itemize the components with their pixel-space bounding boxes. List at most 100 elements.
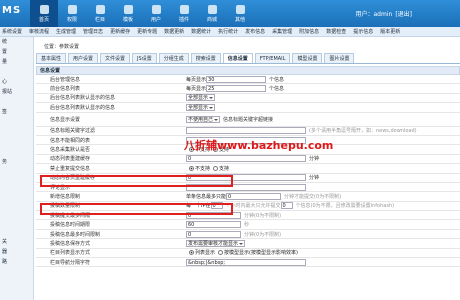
- tab-1[interactable]: 用户设置: [68, 53, 99, 63]
- radio-label: 按模型显示(按模型显示影响效率): [224, 250, 298, 257]
- sidebar-item[interactable]: [0, 197, 33, 207]
- setting-input[interactable]: [186, 127, 306, 135]
- tab-4[interactable]: 分组生成: [158, 53, 189, 63]
- logout-link[interactable]: [退出]: [395, 11, 412, 18]
- setting-control: 不使用自己 信息标题关键字超链接: [186, 115, 460, 123]
- tab-5[interactable]: 搜索设置: [190, 53, 221, 63]
- user-label: 用户：admin: [355, 11, 393, 18]
- setting-input[interactable]: 0: [226, 192, 282, 200]
- setting-select[interactable]: 全部显示: [186, 103, 216, 111]
- setting-input[interactable]: 0: [280, 202, 293, 210]
- setting-label: 投稿信息保存方式: [50, 240, 91, 247]
- sub-nav-item[interactable]: 附加信息: [299, 28, 319, 35]
- radio-button[interactable]: [189, 250, 194, 256]
- sidebar-item[interactable]: 路: [0, 257, 33, 267]
- setting-control: 每页显示 25 个信息: [186, 85, 460, 93]
- sub-nav-item[interactable]: 数据检查: [326, 28, 346, 35]
- main-nav-item[interactable]: 栏目: [86, 0, 114, 27]
- tab-3[interactable]: JS设置: [132, 53, 157, 63]
- radio-button[interactable]: [189, 165, 194, 171]
- sub-nav-item[interactable]: 更新缓存: [110, 28, 130, 35]
- sidebar-item[interactable]: 签: [0, 107, 33, 117]
- main-nav-item[interactable]: 权限: [58, 0, 86, 27]
- sub-nav-item[interactable]: 执行统计: [218, 28, 238, 35]
- sub-nav-item[interactable]: 生成管理: [56, 28, 76, 35]
- sub-nav-item[interactable]: 系统设置: [2, 28, 22, 35]
- main-nav-label: 其他: [234, 16, 245, 23]
- sidebar-item[interactable]: 器: [0, 247, 33, 257]
- setting-input[interactable]: 0: [186, 155, 306, 163]
- suffix-text: 秒: [244, 222, 250, 229]
- setting-input[interactable]: 0: [186, 230, 241, 238]
- sidebar-item[interactable]: 量: [0, 57, 33, 67]
- radio-button[interactable]: [218, 250, 224, 256]
- sidebar-item[interactable]: [0, 137, 33, 147]
- sidebar-item[interactable]: [0, 177, 33, 187]
- main-nav-item[interactable]: 其他: [226, 0, 254, 27]
- sidebar-item[interactable]: [0, 147, 33, 157]
- setting-input[interactable]: 30: [206, 75, 267, 83]
- sidebar-item[interactable]: [0, 167, 33, 177]
- sidebar-item[interactable]: [0, 187, 33, 197]
- sidebar-item[interactable]: 务: [0, 157, 33, 167]
- setting-input[interactable]: &nbsp;|&nbsp;: [186, 258, 306, 266]
- main-nav-item[interactable]: 用户: [142, 0, 170, 27]
- setting-row: 投稿信息时间期限 60 秒: [36, 220, 460, 230]
- sidebar-item[interactable]: [0, 117, 33, 127]
- prefix-text: 每页显示: [186, 76, 207, 83]
- main-nav-item[interactable]: 商城: [198, 0, 226, 27]
- setting-input[interactable]: 25: [206, 85, 267, 93]
- suffix-text: 个信息(0为不限，且修改需要设置Infohash): [295, 203, 395, 210]
- setting-label: 后台管理信息: [50, 76, 81, 83]
- tab-6[interactable]: 信息设置: [222, 53, 253, 63]
- setting-row: 后台信息列表默认显示的信息 全部显示: [36, 94, 460, 104]
- sidebar-item[interactable]: 关: [0, 237, 33, 247]
- suffix-text: 分钟: [309, 175, 320, 182]
- suffix-text: 个信息: [269, 76, 285, 83]
- nav-icon: [207, 4, 217, 14]
- setting-select[interactable]: 不使用自己: [186, 115, 221, 123]
- main-nav-item[interactable]: 插件: [170, 0, 198, 27]
- setting-control: 不支持 支持: [186, 165, 460, 172]
- sidebar-item[interactable]: [0, 217, 33, 227]
- main-nav-label: 插件: [178, 16, 189, 23]
- tab-7[interactable]: FTP/EMAIL: [254, 53, 291, 63]
- radio-button[interactable]: [213, 165, 219, 171]
- sidebar-item[interactable]: 置: [0, 47, 33, 57]
- tab-9[interactable]: 图片设置: [324, 53, 355, 63]
- setting-label: 后台信息列表默认显示的信息: [50, 104, 116, 111]
- setting-label: 禁止重复提交信息: [50, 165, 91, 172]
- sub-nav-item[interactable]: 数据更新: [164, 28, 184, 35]
- sidebar-item[interactable]: 心: [0, 77, 33, 87]
- sub-nav-item[interactable]: 更新专题: [137, 28, 157, 35]
- settings-tabs: 基本属性 用户设置 文件设置 JS设置 分组生成 搜索设置 信息设置 FTP/EMAIL 模型设…: [36, 53, 460, 64]
- setting-input[interactable]: 60: [186, 221, 241, 229]
- sidebar-item[interactable]: [0, 207, 33, 217]
- sidebar-item[interactable]: 统: [0, 37, 33, 47]
- sub-nav-item[interactable]: 审核流程: [29, 28, 49, 35]
- sidebar-item[interactable]: [0, 97, 33, 107]
- setting-row: 投稿信息保存方式 发布需要审核才能显示: [36, 239, 460, 249]
- radio-label: 不支持: [195, 165, 211, 172]
- sub-nav-item[interactable]: 数据统计: [191, 28, 211, 35]
- sidebar-item[interactable]: [0, 227, 33, 237]
- sub-nav-item[interactable]: 版本更新: [380, 28, 400, 35]
- sub-nav-item[interactable]: 提示信息: [353, 28, 373, 35]
- tab-2[interactable]: 文件设置: [100, 53, 131, 63]
- sub-nav-item[interactable]: 采集管理: [272, 28, 292, 35]
- sub-nav-item[interactable]: 管理日志: [83, 28, 103, 35]
- tab-0[interactable]: 基本属性: [36, 53, 67, 63]
- nav-icon: [95, 4, 105, 14]
- sidebar-item[interactable]: 报站: [0, 87, 33, 97]
- setting-control: 列表显示 按模型显示(按模型显示影响效率): [186, 249, 460, 256]
- setting-select[interactable]: 发布需要审核才能显示: [186, 239, 246, 247]
- sidebar-item[interactable]: [0, 127, 33, 137]
- main-nav-item[interactable]: 首页: [30, 0, 58, 27]
- tab-8[interactable]: 模型设置: [292, 53, 323, 63]
- setting-select[interactable]: 全部显示: [186, 94, 216, 102]
- setting-row: 后台信息列表默认显示的信息 全部显示: [36, 103, 460, 113]
- sub-nav-item[interactable]: 发布信息: [245, 28, 265, 35]
- setting-row: 信息显示设置 不使用自己 信息标题关键字超链接: [36, 113, 460, 127]
- sidebar-item[interactable]: [0, 67, 33, 77]
- main-nav-item[interactable]: 模板: [114, 0, 142, 27]
